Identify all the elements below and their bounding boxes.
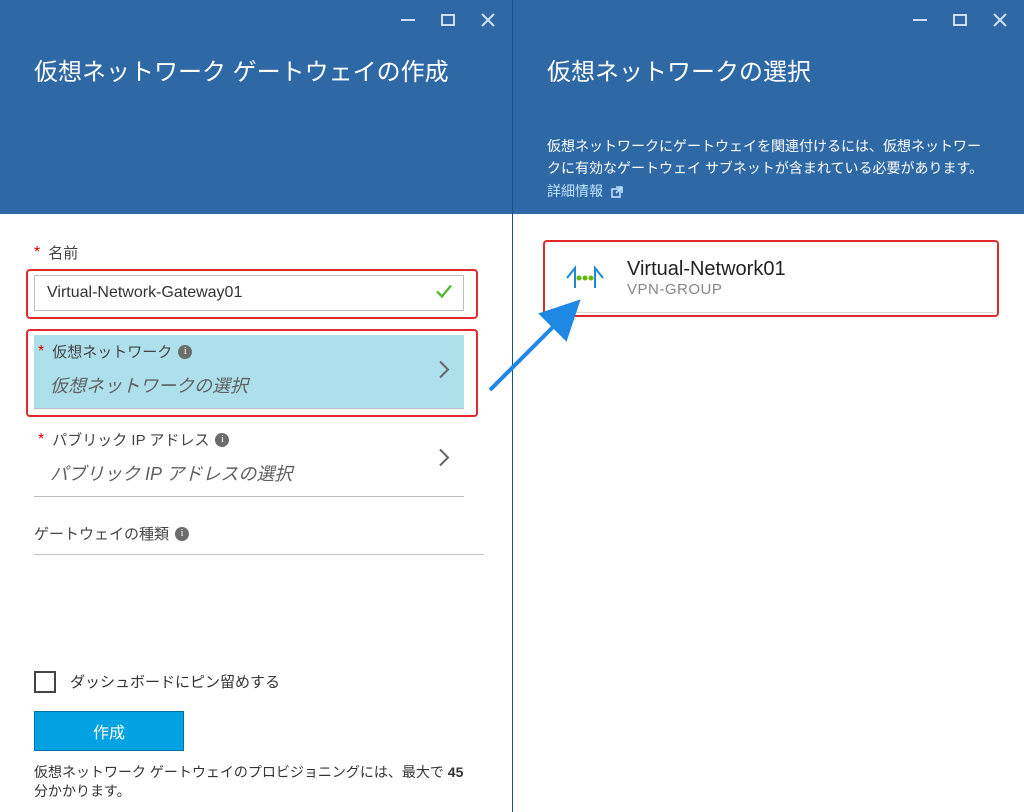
maximize-icon[interactable] — [436, 8, 460, 32]
vnet-item-group: VPN-GROUP — [627, 281, 786, 298]
vnet-item-highlight: Virtual-Network01 VPN-GROUP — [543, 240, 999, 317]
provisioning-note: 仮想ネットワーク ゲートウェイのプロビジョニングには、最大で 45 分かかります… — [34, 763, 464, 802]
right-blade-header: 仮想ネットワークの選択 仮想ネットワークにゲートウェイを関連付けるには、仮想ネッ… — [513, 0, 1024, 214]
vnet-selector[interactable]: * 仮想ネットワーク i 仮想ネットワークの選択 — [34, 335, 464, 409]
close-icon[interactable] — [988, 8, 1012, 32]
left-blade-title: 仮想ネットワーク ゲートウェイの作成 — [34, 52, 478, 87]
chevron-right-icon — [438, 447, 450, 472]
vnet-list-item[interactable]: Virtual-Network01 VPN-GROUP — [547, 244, 995, 313]
info-icon[interactable]: i — [215, 433, 229, 447]
check-icon — [434, 281, 454, 306]
name-input[interactable] — [34, 275, 464, 311]
name-highlight — [26, 269, 478, 319]
public-ip-placeholder: パブリック IP アドレスの選択 — [34, 460, 424, 486]
create-button[interactable]: 作成 — [34, 711, 184, 751]
close-icon[interactable] — [476, 8, 500, 32]
more-info-link[interactable]: 詳細情報 — [547, 183, 623, 199]
minimize-icon[interactable] — [908, 8, 932, 32]
left-blade-header: 仮想ネットワーク ゲートウェイの作成 — [0, 0, 512, 214]
right-blade-title: 仮想ネットワークの選択 — [547, 52, 990, 87]
name-label: *名前 — [34, 242, 492, 263]
public-ip-label: パブリック IP アドレス — [52, 429, 209, 450]
vnet-selector-label: 仮想ネットワーク — [52, 341, 172, 362]
right-blade-description: 仮想ネットワークにゲートウェイを関連付けるには、仮想ネットワークに有効なゲートウ… — [547, 135, 990, 204]
chevron-right-icon — [438, 359, 450, 384]
external-link-icon — [611, 182, 623, 204]
public-ip-selector[interactable]: * パブリック IP アドレス i パブリック IP アドレスの選択 — [34, 423, 464, 497]
vnet-icon — [563, 256, 607, 300]
minimize-icon[interactable] — [396, 8, 420, 32]
vnet-selector-placeholder: 仮想ネットワークの選択 — [34, 372, 424, 398]
pin-dashboard-label: ダッシュボードにピン留めする — [70, 671, 280, 692]
maximize-icon[interactable] — [948, 8, 972, 32]
info-icon[interactable]: i — [178, 345, 192, 359]
gateway-type-label: ゲートウェイの種類 i — [34, 523, 492, 544]
pin-dashboard-checkbox[interactable] — [34, 671, 56, 693]
divider — [34, 554, 484, 555]
vnet-item-name: Virtual-Network01 — [627, 258, 786, 281]
vnet-highlight: * 仮想ネットワーク i 仮想ネットワークの選択 — [26, 329, 478, 417]
info-icon[interactable]: i — [175, 527, 189, 541]
